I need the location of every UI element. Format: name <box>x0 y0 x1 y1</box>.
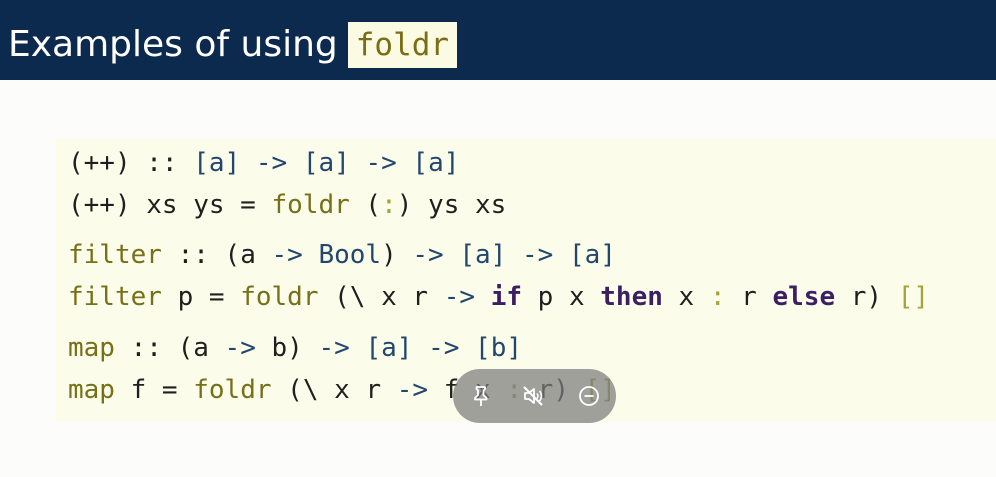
code-token: -> <box>318 333 350 363</box>
code-token: :: (a <box>161 240 272 270</box>
code-token: map <box>68 375 115 405</box>
code-token: p = <box>161 282 241 312</box>
minimize-icon[interactable] <box>577 384 601 408</box>
slide-title-text: Examples of using <box>8 24 338 65</box>
code-token: [a] <box>349 333 429 363</box>
code-token: -> <box>365 148 397 178</box>
code-token: (\ x r <box>318 282 444 312</box>
code-token: -> <box>428 333 460 363</box>
code-token: p x <box>522 282 601 312</box>
slide-header: Examples of using foldr <box>0 0 996 80</box>
code-token: :: <box>130 148 194 178</box>
code-token: foldr <box>271 190 350 220</box>
slide-title: Examples of using foldr <box>8 22 458 68</box>
code-token: [] <box>897 282 930 312</box>
code-line-2: (++) xs ys = foldr (:) ys xs <box>68 188 506 222</box>
code-token: ) ys xs <box>396 190 507 220</box>
code-token: [a] <box>287 148 366 178</box>
code-token: r) <box>835 282 898 312</box>
code-token: filter <box>68 240 162 270</box>
code-token: (++) xs ys = <box>68 190 272 220</box>
code-token: -> <box>224 333 256 363</box>
code-token: map <box>68 333 115 363</box>
code-token: : <box>709 282 726 312</box>
code-line-1: (++) :: [a] -> [a] -> [a] <box>68 146 459 180</box>
code-token: : <box>381 190 397 220</box>
code-token: r <box>725 282 773 312</box>
code-token: foldr <box>193 375 272 405</box>
code-token: -> <box>443 282 476 312</box>
code-token: [a] <box>193 148 256 178</box>
code-token: ( <box>349 190 382 220</box>
code-token: then <box>600 282 663 312</box>
code-token: else <box>772 282 836 312</box>
mute-icon[interactable] <box>521 384 545 408</box>
code-line-5: map :: (a -> b) -> [a] -> [b] <box>68 331 522 365</box>
code-token: -> <box>412 240 444 270</box>
code-token: x <box>662 282 710 312</box>
code-token: [a] <box>396 148 460 178</box>
media-controls-overlay <box>453 369 616 423</box>
code-token: b) <box>255 333 319 363</box>
code-token: [a] <box>553 240 616 270</box>
code-token: foldr <box>240 282 319 312</box>
code-line-4: filter p = foldr (\ x r -> if p x then x… <box>68 280 929 314</box>
code-token: -> <box>396 375 429 405</box>
code-token: [b] <box>459 333 523 363</box>
code-token: (\ x r <box>271 375 397 405</box>
code-token: -> <box>522 240 554 270</box>
code-token: :: (a <box>114 333 225 363</box>
code-token: (++) <box>68 148 131 178</box>
code-token: -> <box>271 240 303 270</box>
code-token: filter <box>68 282 162 312</box>
code-token: Bool <box>318 240 382 270</box>
code-token: f = <box>114 375 194 405</box>
code-line-3: filter :: (a -> Bool) -> [a] -> [a] <box>68 238 616 272</box>
code-token: -> <box>255 148 288 178</box>
code-token: [a] <box>443 240 522 270</box>
code-token: ) <box>381 240 413 270</box>
code-token: if <box>490 282 522 312</box>
pin-icon[interactable] <box>469 384 493 408</box>
slide-title-code: foldr <box>347 22 458 68</box>
